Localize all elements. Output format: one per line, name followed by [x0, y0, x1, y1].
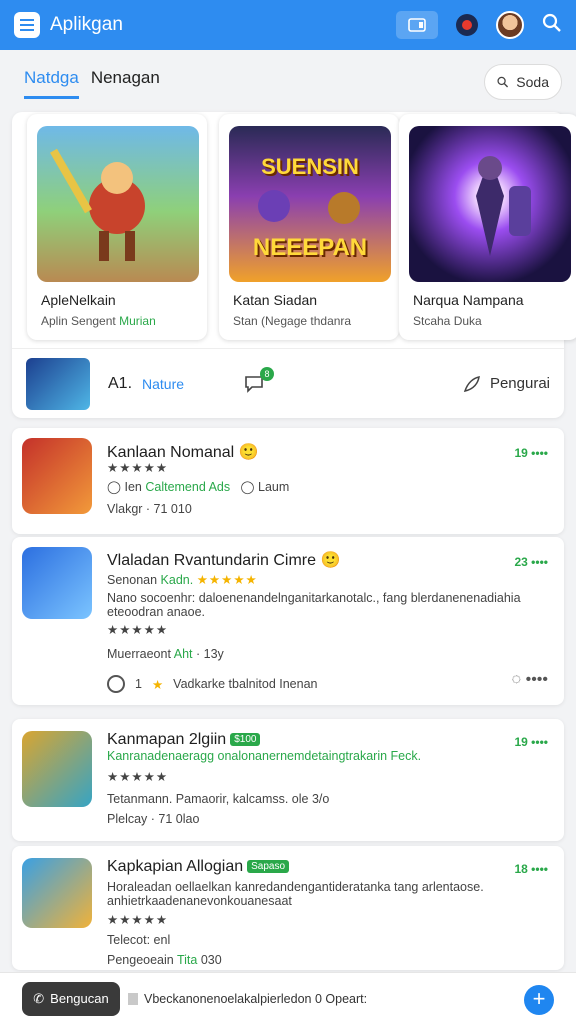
item-description: eteoodran anaoe. [107, 605, 206, 619]
featured-title: ApleNelkain [41, 292, 116, 308]
featured-card[interactable]: ApleNelkain Aplin Sengent Murian [27, 114, 207, 340]
featured-subtitle: Stcaha Duka [413, 314, 482, 328]
chat-badge: 8 [260, 366, 275, 381]
strip-label: A1. [108, 374, 133, 392]
rating-stars: ★★★★★ [107, 623, 169, 637]
list-item[interactable]: Vlaladan Rvantundarin Cimre 🙂 23 •••• Se… [12, 537, 564, 705]
like-count: 1 [135, 677, 142, 691]
item-description: Kanranadenaeragg onalonanernemdetaingtra… [107, 749, 422, 763]
notification-icon[interactable] [456, 14, 478, 36]
search-icon[interactable] [542, 13, 562, 38]
featured-title: Katan Siadan [233, 292, 318, 308]
list-item[interactable]: Kanmapan 2lgiin $100 19 •••• Kanranadenae… [12, 719, 564, 841]
tab-natdga[interactable]: Natdga [24, 68, 79, 99]
leaf-icon [463, 375, 480, 392]
menu-icon[interactable] [14, 12, 40, 38]
bottom-text: Vbeckanonenoelakalpierledon 0 Opeart: [144, 991, 368, 1006]
call-button[interactable]: ✆ Bengucan [22, 981, 120, 1016]
price-tag: Sapaso [247, 860, 290, 874]
banner-subtitle: NEEEPAN [252, 234, 368, 261]
featured-card[interactable]: Narqua Nampana Stcaha Duka [399, 114, 576, 340]
phone-icon: ✆ [33, 990, 45, 1006]
strip-thumbnail[interactable] [26, 357, 90, 410]
rating-stars: ★★★★★ [107, 770, 169, 784]
call-button-label: Bengucan [50, 991, 109, 1006]
action-text[interactable]: Vadkarke tbalnitod Inenan [173, 677, 317, 691]
item-info: Pengeoeain Tita 030 [107, 953, 222, 967]
item-info: Telecot: enl [107, 933, 171, 947]
tab-bar: Natdga Nenagan [24, 68, 160, 99]
more-icon[interactable]: ◌ •••• [512, 671, 548, 689]
rating-stars: ★★★★★ [107, 461, 169, 475]
item-title: Kanmapan 2lgiin $100 [107, 731, 261, 749]
app-icon [22, 858, 92, 928]
radio-icon[interactable] [107, 675, 125, 693]
game-artwork [409, 126, 571, 282]
add-button[interactable]: + [524, 985, 554, 1015]
item-info: Tetanmann. Pamaorir, kalcamss. ole 3/o [107, 792, 330, 806]
checkbox[interactable] [128, 992, 138, 1005]
featured-subtitle: Stan (Negage thdanra [233, 314, 352, 328]
list-item[interactable]: Kanlaan Nomanal 🙂 19 •••• ★★★★★ ◯ Ien Ca… [12, 428, 564, 534]
bottom-bar: ✆ Bengucan Vbeckanonenoelakalpierledon 0… [0, 972, 576, 1024]
search-button[interactable]: Soda [484, 64, 562, 100]
list-item[interactable]: Kapkapian Allogian Sapaso 18 •••• Horalea… [12, 846, 564, 970]
app-icon [22, 547, 92, 619]
featured-card[interactable]: SUENSIN NEEEPAN Katan Siadan Stan (Negag… [219, 114, 399, 340]
featured-title: Narqua Nampana [413, 292, 524, 308]
item-title: Kanlaan Nomanal 🙂 [107, 444, 259, 461]
rating-stars: ★★★★★ [107, 913, 169, 927]
featured-strip: A1. Nature 8 Pengurai [12, 348, 564, 418]
item-description: anhietrkaadenanevonkouanesaat [107, 894, 292, 908]
app-icon [22, 438, 92, 514]
item-count: 19 •••• [514, 446, 549, 460]
strip-action-label: Pengurai [489, 375, 550, 392]
featured-panel: ApleNelkain Aplin Sengent Murian SUENSIN… [12, 112, 576, 418]
price-tag: $100 [230, 733, 261, 747]
tab-nenagan[interactable]: Nenagan [91, 68, 160, 99]
search-label: Soda [516, 74, 549, 90]
app-bar: Aplikgan [0, 0, 576, 50]
item-info: Muerraeont Aht · 13y [107, 647, 224, 661]
item-meta: ◯ Ien Caltemend Ads ◯ Laum [107, 480, 290, 494]
game-artwork [37, 126, 199, 282]
featured-subtitle: Aplin Sengent Murian [41, 314, 156, 328]
game-artwork: SUENSIN NEEEPAN [229, 126, 391, 282]
search-icon [497, 76, 509, 88]
app-icon [22, 731, 92, 807]
item-info: Vlakgr · 71 010 [107, 502, 192, 516]
item-description: Horaleadan oellaelkan kanredandengantide… [107, 880, 484, 894]
avatar[interactable] [496, 11, 524, 39]
item-count: 23 •••• [514, 555, 549, 569]
item-count: 19 •••• [514, 735, 549, 749]
chat-icon[interactable]: 8 [244, 366, 275, 393]
item-actions: 1 ★ Vadkarke tbalnitod Inenan [107, 675, 318, 693]
star-icon[interactable]: ★ [152, 677, 163, 692]
cast-icon[interactable] [396, 11, 438, 39]
item-title: Kapkapian Allogian Sapaso [107, 858, 290, 876]
item-info: Plelcay · 71 0lao [107, 812, 200, 826]
strip-link[interactable]: Nature [142, 376, 184, 392]
app-title: Aplikgan [50, 14, 123, 35]
item-description: Nano socoenhr: daloenenandelnganitarkano… [107, 591, 521, 605]
strip-action[interactable]: Pengurai [462, 374, 550, 394]
item-count: 18 •••• [514, 862, 549, 876]
item-meta: Senonan Kadn. ★★★★★ [107, 573, 258, 587]
item-title: Vlaladan Rvantundarin Cimre 🙂 [107, 552, 341, 569]
